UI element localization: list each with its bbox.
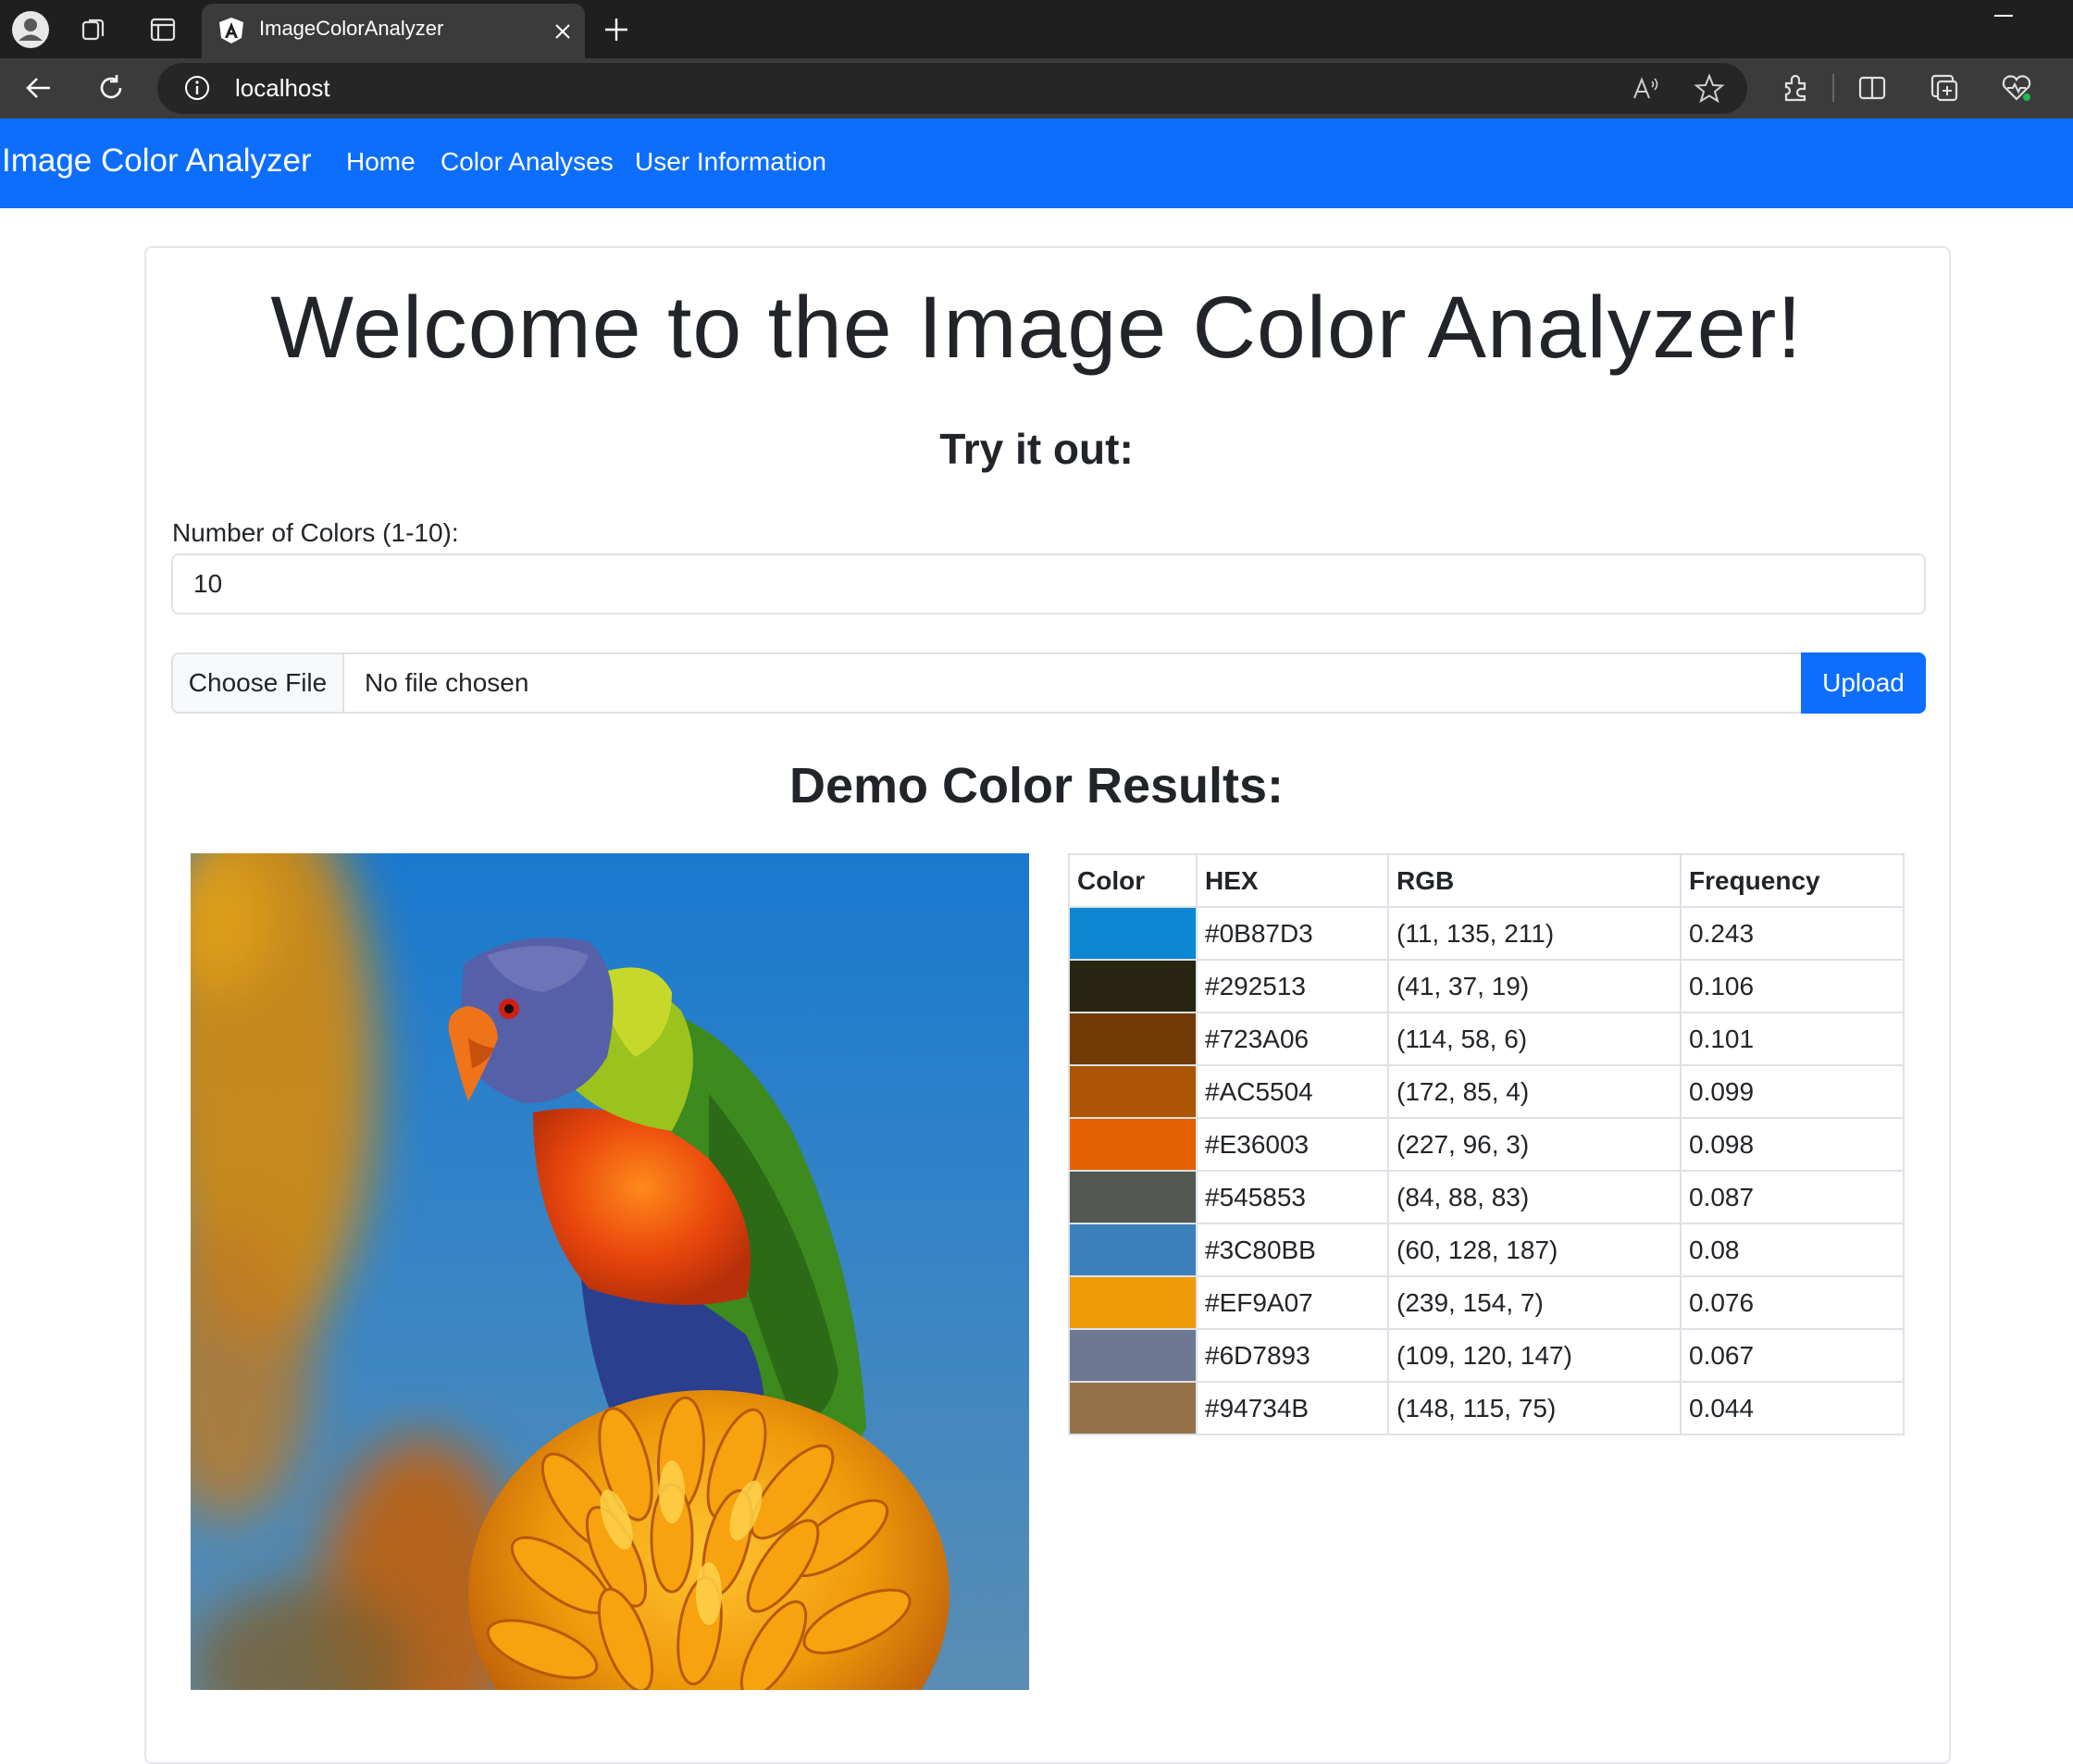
hex-cell: #6D7893 (1196, 1328, 1389, 1383)
demo-parrot-image (191, 853, 1029, 1690)
rgb-cell: (227, 96, 3) (1387, 1117, 1682, 1172)
frequency-cell: 0.087 (1680, 1170, 1905, 1224)
table-row: #EF9A07 (239, 154, 7) 0.076 (1068, 1275, 1905, 1330)
hex-cell: #94734B (1196, 1381, 1389, 1435)
color-swatch (1068, 1170, 1198, 1224)
number-of-colors-label: Number of Colors (1-10): (172, 518, 459, 547)
rgb-cell: (148, 115, 75) (1387, 1381, 1682, 1435)
close-icon[interactable] (552, 20, 574, 43)
rgb-cell: (109, 120, 147) (1387, 1328, 1682, 1383)
demo-results-heading: Demo Color Results: (788, 758, 1285, 814)
color-swatch (1068, 959, 1198, 1013)
color-swatch (1068, 1117, 1198, 1172)
table-row: #6D7893 (109, 120, 147) 0.067 (1068, 1328, 1905, 1383)
frequency-cell: 0.076 (1680, 1275, 1905, 1330)
browser-health-icon[interactable] (1999, 70, 2034, 106)
frequency-cell: 0.106 (1680, 959, 1905, 1013)
color-swatch (1068, 1064, 1198, 1119)
extensions-icon[interactable] (1779, 70, 1814, 106)
header-color: Color (1068, 853, 1198, 908)
hex-cell: #0B87D3 (1196, 906, 1389, 961)
plus-icon[interactable] (602, 15, 631, 44)
table-row: #0B87D3 (11, 135, 211) 0.243 (1068, 906, 1905, 961)
choose-file-button[interactable]: Choose File (173, 654, 344, 712)
info-icon[interactable] (183, 74, 211, 102)
frequency-cell: 0.243 (1680, 906, 1905, 961)
hex-cell: #E36003 (1196, 1117, 1389, 1172)
color-swatch (1068, 906, 1198, 961)
header-frequency: Frequency (1680, 853, 1905, 908)
workspaces-icon[interactable] (80, 15, 109, 44)
profile-icon[interactable] (11, 10, 50, 49)
table-row: #292513 (41, 37, 19) 0.106 (1068, 959, 1905, 1013)
frequency-cell: 0.098 (1680, 1117, 1905, 1172)
rgb-cell: (172, 85, 4) (1387, 1064, 1682, 1119)
rgb-cell: (11, 135, 211) (1387, 906, 1682, 961)
frequency-cell: 0.067 (1680, 1328, 1905, 1383)
rgb-cell: (239, 154, 7) (1387, 1275, 1682, 1330)
color-swatch (1068, 1328, 1198, 1383)
minimize-icon[interactable] (1990, 13, 2017, 19)
table-header-row: Color HEX RGB Frequency (1068, 853, 1905, 908)
file-input-group[interactable]: Choose File No file chosen (171, 652, 1926, 714)
table-row: #723A06 (114, 58, 6) 0.101 (1068, 1012, 1905, 1066)
parrot-illustration (191, 853, 950, 1690)
favorite-star-icon[interactable] (1694, 73, 1725, 105)
header-hex: HEX (1196, 853, 1389, 908)
no-file-chosen-text: No file chosen (365, 668, 529, 697)
refresh-icon[interactable] (94, 71, 128, 105)
upload-button[interactable]: Upload (1801, 652, 1926, 714)
back-arrow-icon[interactable] (22, 71, 56, 105)
nav-link-home[interactable]: Home (346, 147, 416, 177)
angular-icon (218, 17, 244, 44)
nav-link-color-analyses[interactable]: Color Analyses (441, 147, 614, 177)
rgb-cell: (41, 37, 19) (1387, 959, 1682, 1013)
navbar-brand[interactable]: Image Color Analyzer (2, 143, 312, 180)
color-swatch (1068, 1381, 1198, 1435)
rgb-cell: (60, 128, 187) (1387, 1223, 1682, 1277)
try-it-out-heading: Try it out: (939, 425, 1134, 473)
collections-icon[interactable] (1927, 70, 1962, 106)
split-screen-icon[interactable] (1855, 70, 1890, 106)
browser-toolbar: localhost (0, 58, 2073, 118)
page-title: Welcome to the Image Color Analyzer! (270, 279, 1803, 377)
frequency-cell: 0.101 (1680, 1012, 1905, 1066)
nav-link-user-information[interactable]: User Information (635, 147, 826, 177)
rgb-cell: (114, 58, 6) (1387, 1012, 1682, 1066)
table-row: #AC5504 (172, 85, 4) 0.099 (1068, 1064, 1905, 1119)
browser-tab-bar: ImageColorAnalyzer (0, 0, 2073, 58)
frequency-cell: 0.08 (1680, 1223, 1905, 1277)
hex-cell: #AC5504 (1196, 1064, 1389, 1119)
header-rgb: RGB (1387, 853, 1682, 908)
color-results-table: Color HEX RGB Frequency #0B87D3 (11, 135,… (1068, 853, 1905, 1435)
hex-cell: #292513 (1196, 959, 1389, 1013)
read-aloud-icon[interactable] (1631, 74, 1660, 104)
hex-cell: #EF9A07 (1196, 1275, 1389, 1330)
frequency-cell: 0.044 (1680, 1381, 1905, 1435)
table-row: #545853 (84, 88, 83) 0.087 (1068, 1170, 1905, 1224)
tab-actions-icon[interactable] (148, 15, 178, 44)
table-row: #3C80BB (60, 128, 187) 0.08 (1068, 1223, 1905, 1277)
browser-tab[interactable]: ImageColorAnalyzer (202, 4, 585, 58)
tab-title: ImageColorAnalyzer (259, 17, 444, 40)
number-of-colors-input[interactable] (171, 553, 1926, 615)
color-swatch (1068, 1223, 1198, 1277)
color-swatch (1068, 1275, 1198, 1330)
address-bar[interactable]: localhost (157, 63, 1747, 114)
hex-cell: #545853 (1196, 1170, 1389, 1224)
hex-cell: #3C80BB (1196, 1223, 1389, 1277)
table-row: #94734B (148, 115, 75) 0.044 (1068, 1381, 1905, 1435)
address-text: localhost (235, 74, 330, 102)
hex-cell: #723A06 (1196, 1012, 1389, 1066)
frequency-cell: 0.099 (1680, 1064, 1905, 1119)
rgb-cell: (84, 88, 83) (1387, 1170, 1682, 1224)
color-swatch (1068, 1012, 1198, 1066)
app-navbar: Image Color Analyzer Home Color Analyses… (0, 118, 2073, 208)
toolbar-divider (1832, 74, 1834, 102)
table-row: #E36003 (227, 96, 3) 0.098 (1068, 1117, 1905, 1172)
